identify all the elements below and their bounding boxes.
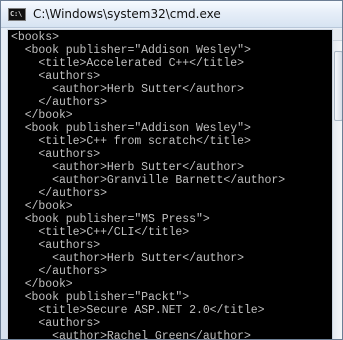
console-line: </book> [11, 278, 73, 291]
console-line: <author>Granville Barnett</author> [11, 174, 286, 187]
console-line: <book publisher="Packt"> [11, 291, 190, 304]
console-line: </authors> [11, 187, 107, 200]
console-line: <book publisher="MS Press"> [11, 213, 210, 226]
console-line: <authors> [11, 317, 101, 330]
console-line: <authors> [11, 239, 101, 252]
console-line: <author>Herb Sutter</author> [11, 161, 244, 174]
console-line: <authors> [11, 148, 101, 161]
console-line: <title>C++ from scratch</title> [11, 135, 251, 148]
window-title: C:\Windows\system32\cmd.exe [33, 7, 221, 21]
console-line: <books> [11, 31, 59, 44]
console-line: <title>Accelerated C++</title> [11, 57, 244, 70]
console-lines: <books> <book publisher="Addison Wesley"… [8, 30, 332, 340]
console-line: <author>Herb Sutter</author> [11, 83, 244, 96]
console-line: <author>Rachel Green</author> [11, 330, 251, 340]
console-line: </book> [11, 200, 73, 213]
title-bar[interactable]: C:\ C:\Windows\system32\cmd.exe [1, 1, 342, 28]
vertical-scrollbar[interactable] [332, 29, 342, 339]
console-line: </authors> [11, 96, 107, 109]
console-line: </authors> [11, 265, 107, 278]
command-prompt-icon: C:\ [8, 7, 26, 21]
command-prompt-icon-text: C:\ [10, 9, 23, 18]
scroll-up-button[interactable] [333, 29, 342, 41]
console-output[interactable]: <books> <book publisher="Addison Wesley"… [7, 29, 332, 340]
console-line: <title>C++/CLI</title> [11, 226, 190, 239]
console-line: </book> [11, 109, 73, 122]
scroll-thumb[interactable] [334, 51, 342, 121]
console-line: <book publisher="Addison Wesley"> [11, 44, 251, 57]
console-line: <authors> [11, 70, 101, 83]
console-line: <title>Secure ASP.NET 2.0</title> [11, 304, 265, 317]
cmd-window[interactable]: C:\ C:\Windows\system32\cmd.exe <books> … [0, 0, 343, 340]
console-line: <author>Herb Sutter</author> [11, 252, 244, 265]
console-line: <book publisher="Addison Wesley"> [11, 122, 251, 135]
